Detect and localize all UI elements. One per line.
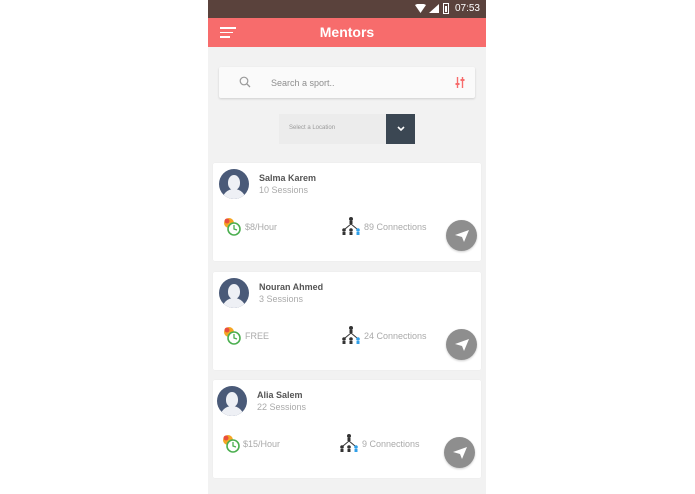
avatar [217,386,247,416]
mentor-sessions: 3 Sessions [259,294,304,304]
hourly-rate-icon [224,327,241,345]
avatar [219,169,249,199]
hourly-rate-icon [224,218,241,236]
app-bar: Mentors [208,18,486,47]
mentor-connections: 24 Connections [364,331,427,341]
mentor-sessions: 22 Sessions [257,402,307,412]
hourly-rate-icon [223,435,240,453]
battery-icon [443,3,449,14]
status-time: 07:53 [454,3,480,14]
send-message-button[interactable] [446,220,477,251]
connections-icon [342,217,360,235]
mentor-connections: 89 Connections [364,222,427,232]
send-message-button[interactable] [444,437,475,468]
chevron-down-icon [396,126,405,132]
mentor-sessions: 10 Sessions [259,185,309,195]
send-icon [454,229,469,242]
mentor-rate: $15/Hour [243,439,281,449]
send-icon [452,446,467,459]
avatar [219,278,249,308]
status-bar: 07:53 [208,0,486,18]
mentor-rate: $8/Hour [245,222,278,232]
search-icon [239,76,251,88]
search-input[interactable] [269,74,443,92]
mentor-name: Alia Salem [257,390,303,400]
location-select[interactable]: Select a Location [279,114,415,144]
connections-icon [342,326,360,344]
mentor-card[interactable]: Salma Karem 10 Sessions $8/Hour 89 Conne… [213,163,481,261]
phone-screen: 07:53 Mentors Select a Location Salma Ka… [208,0,486,494]
signal-icon [429,4,439,13]
wifi-icon [415,4,426,13]
filter-icon[interactable] [454,76,466,89]
connections-icon [340,434,358,452]
mentor-card[interactable]: Nouran Ahmed 3 Sessions FREE 24 Connecti… [213,272,481,370]
location-placeholder: Select a Location [289,125,336,131]
mentor-rate: FREE [245,331,270,341]
page-title: Mentors [319,24,375,40]
send-message-button[interactable] [446,329,477,360]
dropdown-button[interactable] [386,114,415,144]
send-icon [454,338,469,351]
mentor-connections: 9 Connections [362,439,420,449]
mentor-name: Salma Karem [259,173,317,183]
mentor-card[interactable]: Alia Salem 22 Sessions $15/Hour 9 Connec… [213,380,481,478]
mentor-name: Nouran Ahmed [259,282,324,292]
search-bar [219,67,475,98]
